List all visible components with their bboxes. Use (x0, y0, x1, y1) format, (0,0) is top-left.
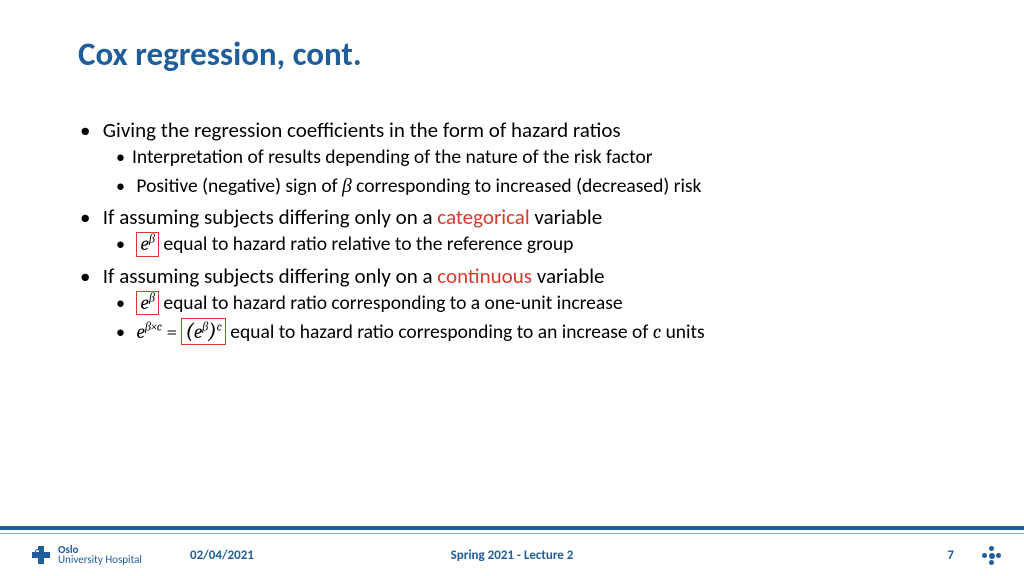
e: e (136, 320, 145, 343)
continuous-word: continuous (437, 263, 532, 289)
text: variable (530, 204, 603, 230)
text: equal to hazard ratio relative to the re… (159, 232, 573, 256)
text: equal to hazard ratio corresponding to a… (226, 320, 653, 344)
bullet-hazard-ratios: Giving the regression coefficients in th… (82, 116, 954, 199)
footer-course: Spring 2021 - Lecture 2 (451, 548, 574, 563)
sub-categorical-hr: eβ equal to hazard ratio relative to the… (116, 231, 954, 257)
hospital-logo: Oslo University Hospital (30, 544, 142, 566)
footer: Oslo University Hospital 02/04/2021 Spri… (0, 534, 1024, 576)
e: e (140, 291, 149, 314)
c-sup: c (217, 321, 222, 335)
text: corresponding to increased (decreased) r… (352, 174, 702, 198)
footer-rule-thick (0, 526, 1024, 530)
text: Positive (negative) sign of (136, 174, 342, 198)
text: variable (532, 263, 605, 289)
org-line2: University Hospital (58, 555, 142, 565)
ebeta-box: eβ (136, 232, 159, 256)
slide-body: Giving the regression coefficients in th… (0, 74, 1024, 346)
c-var: c (653, 320, 661, 343)
e: e (194, 320, 203, 343)
text: If assuming subjects differing only on a (103, 263, 438, 289)
beta-sup: β (149, 291, 155, 305)
text: Giving the regression coefficients in th… (103, 117, 621, 143)
beta-times-c-sup: β×c (145, 321, 162, 335)
sub-sign: Positive (negative) sign of β correspond… (116, 173, 954, 199)
text: equal to hazard ratio corresponding to a… (159, 291, 623, 315)
footer-date: 02/04/2021 (190, 548, 254, 563)
beta-sup: β (149, 233, 155, 247)
bullet-continuous: If assuming subjects differing only on a… (82, 262, 954, 346)
text: units (661, 320, 705, 344)
sub-continuous-cunits: eβ×c = (eβ)c equal to hazard ratio corre… (116, 318, 954, 345)
bullet-categorical: If assuming subjects differing only on a… (82, 203, 954, 258)
hospital-name: Oslo University Hospital (58, 545, 142, 566)
slide: Cox regression, cont. Giving the regress… (0, 0, 1024, 576)
ebeta-power-c-box: (eβ)c (181, 318, 225, 345)
dots-icon (980, 544, 1002, 566)
beta-symbol: β (342, 174, 352, 197)
equals: = (162, 320, 181, 343)
cross-icon (30, 544, 52, 566)
categorical-word: categorical (437, 204, 529, 230)
ebeta-box: eβ (136, 291, 159, 315)
slide-title: Cox regression, cont. (0, 0, 1024, 74)
footer-page-number: 7 (947, 548, 954, 563)
sub-continuous-oneunit: eβ equal to hazard ratio corresponding t… (116, 290, 954, 316)
sub-interpretation: Interpretation of results depending of t… (116, 144, 954, 170)
text: If assuming subjects differing only on a (103, 204, 438, 230)
e: e (140, 232, 149, 255)
